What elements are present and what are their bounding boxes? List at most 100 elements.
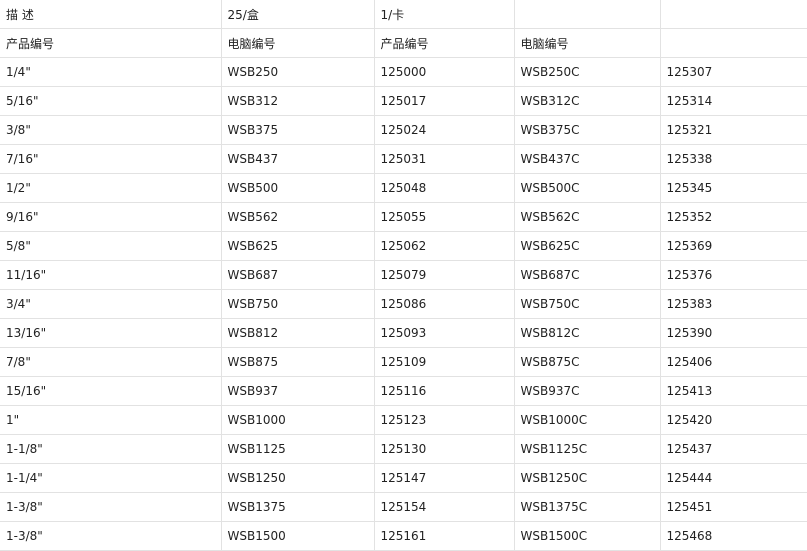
card-computer-code-cell: 125307 [659, 57, 807, 87]
header-empty-cell [513, 0, 661, 29]
size-cell: 5/16" [0, 86, 222, 116]
header-row-packaging: 描 述 25/盒 1/卡 [0, 0, 807, 29]
header-card-qty: 1/卡 [373, 0, 515, 29]
header-computer-code: 电脑编号 [220, 28, 375, 58]
header-description: 描 述 [0, 0, 222, 29]
table-row: 1/4" WSB250 125000 WSB250C 125307 [0, 57, 807, 87]
size-cell: 1-1/4" [0, 463, 222, 493]
box-computer-code-cell: 125055 [373, 202, 515, 232]
size-cell: 1-1/8" [0, 434, 222, 464]
table-row: 1-1/8" WSB1125 125130 WSB1125C 125437 [0, 434, 807, 464]
card-computer-code-cell: 125383 [659, 289, 807, 319]
card-product-code-cell: WSB312C [513, 86, 661, 116]
box-computer-code-cell: 125154 [373, 492, 515, 522]
size-cell: 1-3/8" [0, 521, 222, 551]
size-cell: 3/8" [0, 115, 222, 145]
card-computer-code-cell: 125468 [659, 521, 807, 551]
box-computer-code-cell: 125116 [373, 376, 515, 406]
header-product-code: 产品编号 [373, 28, 515, 58]
box-product-code-cell: WSB625 [220, 231, 375, 261]
card-computer-code-cell: 125352 [659, 202, 807, 232]
table-row: 15/16" WSB937 125116 WSB937C 125413 [0, 376, 807, 406]
box-product-code-cell: WSB1250 [220, 463, 375, 493]
card-product-code-cell: WSB625C [513, 231, 661, 261]
card-product-code-cell: WSB875C [513, 347, 661, 377]
size-cell: 3/4" [0, 289, 222, 319]
box-product-code-cell: WSB375 [220, 115, 375, 145]
card-product-code-cell: WSB562C [513, 202, 661, 232]
box-product-code-cell: WSB937 [220, 376, 375, 406]
card-product-code-cell: WSB937C [513, 376, 661, 406]
size-cell: 9/16" [0, 202, 222, 232]
size-cell: 1" [0, 405, 222, 435]
box-computer-code-cell: 125062 [373, 231, 515, 261]
box-computer-code-cell: 125086 [373, 289, 515, 319]
table-row: 3/8" WSB375 125024 WSB375C 125321 [0, 115, 807, 145]
header-computer-code: 电脑编号 [513, 28, 661, 58]
table-row: 5/16" WSB312 125017 WSB312C 125314 [0, 86, 807, 116]
card-computer-code-cell: 125406 [659, 347, 807, 377]
box-product-code-cell: WSB1375 [220, 492, 375, 522]
box-computer-code-cell: 125024 [373, 115, 515, 145]
box-product-code-cell: WSB250 [220, 57, 375, 87]
size-cell: 7/8" [0, 347, 222, 377]
table-row: 1-3/8" WSB1500 125161 WSB1500C 125468 [0, 521, 807, 551]
size-cell: 15/16" [0, 376, 222, 406]
card-product-code-cell: WSB375C [513, 115, 661, 145]
box-product-code-cell: WSB1125 [220, 434, 375, 464]
table-body: 1/4" WSB250 125000 WSB250C 125307 5/16" WSB312… [0, 57, 807, 551]
card-product-code-cell: WSB250C [513, 57, 661, 87]
box-product-code-cell: WSB500 [220, 173, 375, 203]
card-computer-code-cell: 125345 [659, 173, 807, 203]
card-product-code-cell: WSB1250C [513, 463, 661, 493]
header-box-qty: 25/盒 [220, 0, 375, 29]
table-row: 1-3/8" WSB1375 125154 WSB1375C 125451 [0, 492, 807, 522]
size-cell: 1-3/8" [0, 492, 222, 522]
box-product-code-cell: WSB312 [220, 86, 375, 116]
box-computer-code-cell: 125161 [373, 521, 515, 551]
card-product-code-cell: WSB437C [513, 144, 661, 174]
card-computer-code-cell: 125437 [659, 434, 807, 464]
header-product-code: 产品编号 [0, 28, 222, 58]
card-product-code-cell: WSB1375C [513, 492, 661, 522]
card-computer-code-cell: 125451 [659, 492, 807, 522]
box-computer-code-cell: 125123 [373, 405, 515, 435]
box-computer-code-cell: 125093 [373, 318, 515, 348]
box-computer-code-cell: 125017 [373, 86, 515, 116]
box-computer-code-cell: 125079 [373, 260, 515, 290]
box-product-code-cell: WSB1000 [220, 405, 375, 435]
table-row: 1-1/4" WSB1250 125147 WSB1250C 125444 [0, 463, 807, 493]
card-computer-code-cell: 125444 [659, 463, 807, 493]
box-computer-code-cell: 125130 [373, 434, 515, 464]
card-product-code-cell: WSB687C [513, 260, 661, 290]
box-computer-code-cell: 125109 [373, 347, 515, 377]
box-product-code-cell: WSB812 [220, 318, 375, 348]
card-product-code-cell: WSB500C [513, 173, 661, 203]
card-computer-code-cell: 125314 [659, 86, 807, 116]
table-row: 13/16" WSB812 125093 WSB812C 125390 [0, 318, 807, 348]
size-cell: 13/16" [0, 318, 222, 348]
card-product-code-cell: WSB1000C [513, 405, 661, 435]
header-empty-cell [659, 0, 807, 29]
table-row: 11/16" WSB687 125079 WSB687C 125376 [0, 260, 807, 290]
box-computer-code-cell: 125048 [373, 173, 515, 203]
product-table: 描 述 25/盒 1/卡 产品编号 电脑编号 产品编号 电脑编号 1/4" WSB… [0, 0, 807, 551]
header-empty-cell [659, 28, 807, 58]
card-computer-code-cell: 125338 [659, 144, 807, 174]
box-product-code-cell: WSB750 [220, 289, 375, 319]
size-cell: 7/16" [0, 144, 222, 174]
box-product-code-cell: WSB437 [220, 144, 375, 174]
card-computer-code-cell: 125376 [659, 260, 807, 290]
card-product-code-cell: WSB750C [513, 289, 661, 319]
card-product-code-cell: WSB812C [513, 318, 661, 348]
box-product-code-cell: WSB562 [220, 202, 375, 232]
box-computer-code-cell: 125147 [373, 463, 515, 493]
size-cell: 5/8" [0, 231, 222, 261]
card-product-code-cell: WSB1500C [513, 521, 661, 551]
size-cell: 1/2" [0, 173, 222, 203]
card-product-code-cell: WSB1125C [513, 434, 661, 464]
size-cell: 1/4" [0, 57, 222, 87]
table-row: 3/4" WSB750 125086 WSB750C 125383 [0, 289, 807, 319]
table-row: 7/8" WSB875 125109 WSB875C 125406 [0, 347, 807, 377]
box-product-code-cell: WSB687 [220, 260, 375, 290]
